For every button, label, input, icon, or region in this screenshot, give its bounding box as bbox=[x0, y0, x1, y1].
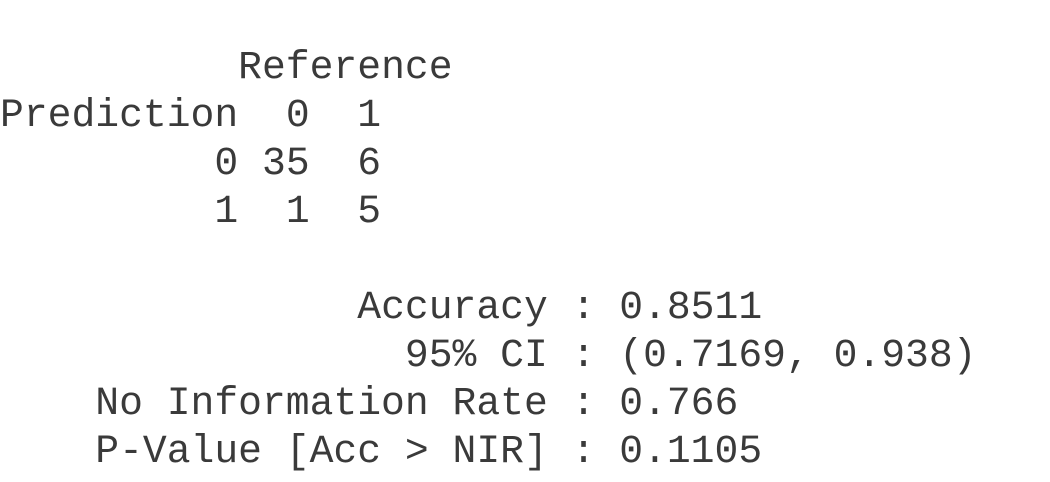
cell-1-0: 1 bbox=[285, 189, 310, 234]
matrix-row-1: 1 1 5 bbox=[0, 188, 977, 236]
stat-value-nir: 0.766 bbox=[619, 381, 739, 426]
cell-1-1: 5 bbox=[357, 189, 382, 234]
stat-row-pvalue: P-Value [Acc > NIR] : 0.1105 bbox=[95, 429, 763, 474]
stat-name-nir: No Information Rate bbox=[95, 381, 548, 426]
stat-row-ci: 95% CI : (0.7169, 0.938) bbox=[404, 333, 977, 378]
reference-header: Reference bbox=[238, 45, 453, 90]
stat-name-pvalue: P-Value [Acc > NIR] bbox=[95, 429, 548, 474]
stat-name-accuracy: Accuracy bbox=[357, 285, 548, 330]
cell-0-0: 35 bbox=[262, 141, 310, 186]
stat-name-ci: 95% CI bbox=[404, 333, 548, 378]
row-label-1: 1 bbox=[214, 189, 239, 234]
matrix-row-0: 0 35 6 bbox=[0, 140, 977, 188]
stat-value-ci: (0.7169, 0.938) bbox=[619, 333, 977, 378]
reference-header-row: Reference bbox=[0, 44, 977, 92]
cell-0-1: 6 bbox=[357, 141, 382, 186]
column-label-1: 1 bbox=[357, 93, 382, 138]
stat-row-nir: No Information Rate : 0.766 bbox=[95, 381, 739, 426]
column-header-row: Prediction 0 1 bbox=[0, 92, 977, 140]
stat-value-pvalue: 0.1105 bbox=[619, 429, 763, 474]
stat-row-accuracy: Accuracy : 0.8511 bbox=[357, 285, 763, 330]
prediction-label: Prediction bbox=[0, 93, 239, 138]
stat-value-accuracy: 0.8511 bbox=[619, 285, 763, 330]
column-label-0: 0 bbox=[285, 93, 310, 138]
confusion-matrix-output: Reference Prediction 0 1 0 35 6 1 1 5 Acc… bbox=[0, 44, 977, 476]
row-label-0: 0 bbox=[214, 141, 239, 186]
